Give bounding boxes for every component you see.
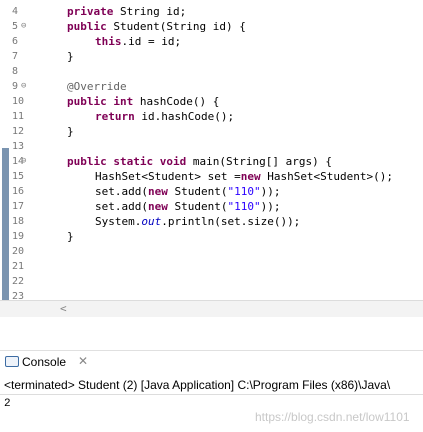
gutter-row: 8 — [0, 64, 30, 79]
gutter-row: 12 — [0, 124, 30, 139]
console-title: Console — [22, 355, 67, 369]
horizontal-scrollbar[interactable]: < — [0, 300, 423, 317]
string-literal: "110" — [227, 185, 261, 198]
code-text: id.hashCode(); — [134, 110, 235, 123]
code-line-4[interactable]: private String id; — [67, 4, 186, 19]
gutter-row: 17 — [0, 199, 30, 214]
line-number: 13 — [12, 141, 25, 152]
line-number: 16 — [12, 186, 25, 197]
line-number: 12 — [12, 126, 25, 137]
gutter-row: 7 — [0, 49, 30, 64]
code-line-15[interactable]: HashSet<Student> set =new HashSet<Studen… — [95, 169, 393, 184]
line-number: 15 — [12, 171, 25, 182]
gutter-row: 9 ⊖ — [0, 79, 30, 94]
string-literal: "110" — [227, 200, 261, 213]
gutter-row: 6 — [0, 34, 30, 49]
gutter-row: 5 ⊖ — [0, 19, 30, 34]
console-output[interactable]: 2 — [4, 398, 11, 410]
code-text: Student( — [167, 200, 228, 213]
code-text: HashSet<Student>(); — [260, 170, 394, 183]
code-text: String id; — [113, 5, 187, 18]
code-line-7[interactable]: } — [67, 49, 74, 64]
code-editor[interactable]: 45⊖6789⊖1011121314⊖151617181920212223242… — [0, 0, 423, 300]
keyword: int — [113, 95, 134, 108]
line-number: 17 — [12, 201, 25, 212]
gutter-row: 23 — [0, 289, 30, 300]
keyword: public — [67, 95, 107, 108]
line-number: 21 — [12, 261, 25, 272]
code-text: set.add( — [95, 185, 148, 198]
gutter-row: 16 — [0, 184, 30, 199]
keyword: new — [147, 185, 168, 198]
keyword: this — [95, 35, 122, 48]
code-line-16[interactable]: set.add(new Student("110")); — [95, 184, 280, 199]
code-text: Student(String id) { — [106, 20, 246, 33]
gutter-row: 20 — [0, 244, 30, 259]
gutter-row: 11 — [0, 109, 30, 124]
console-icon — [5, 356, 19, 367]
code-text: )); — [260, 200, 281, 213]
static-field: out — [141, 215, 162, 228]
code-line-18[interactable]: System.out.println(set.size()); — [95, 214, 300, 229]
code-line-17[interactable]: set.add(new Student("110")); — [95, 199, 280, 214]
code-text: HashSet<Student> set = — [95, 170, 241, 183]
code-text: hashCode() { — [133, 95, 220, 108]
gutter-row: 13 — [0, 139, 30, 154]
keyword: new — [147, 200, 168, 213]
code-text: System. — [95, 215, 142, 228]
code-line-11[interactable]: return id.hashCode(); — [95, 109, 234, 124]
fold-toggle-icon[interactable]: ⊖ — [21, 79, 26, 94]
line-number: 18 — [12, 216, 25, 227]
gutter-row: 19 — [0, 229, 30, 244]
watermark: https://blog.csdn.net/low1101 — [255, 410, 410, 424]
close-icon[interactable]: ✕ — [78, 354, 88, 368]
console-tab[interactable]: Console ✕ — [0, 350, 423, 375]
scroll-left-icon[interactable]: < — [60, 302, 67, 315]
keyword: return — [95, 110, 135, 123]
keyword: public — [67, 155, 107, 168]
keyword: static — [113, 155, 154, 168]
line-number: 8 — [12, 66, 19, 77]
code-line-14[interactable]: public static void main(String[] args) { — [67, 154, 332, 169]
code-text: .println(set.size()); — [161, 215, 301, 228]
gutter-row: 15 — [0, 169, 30, 184]
code-line-6[interactable]: this.id = id; — [95, 34, 181, 49]
gutter-row: 14 ⊖ — [0, 154, 30, 169]
line-number: 7 — [12, 51, 19, 62]
line-number: 11 — [12, 111, 25, 122]
code-line-10[interactable]: public int hashCode() { — [67, 94, 219, 109]
code-text: )); — [260, 185, 281, 198]
code-line-12[interactable]: } — [67, 124, 74, 139]
line-number: 4 — [12, 6, 19, 17]
line-number: 6 — [12, 36, 19, 47]
gutter-row: 22 — [0, 274, 30, 289]
process-status: <terminated> Student (2) [Java Applicati… — [4, 378, 391, 392]
line-number: 23 — [12, 291, 25, 300]
gutter-row: 18 — [0, 214, 30, 229]
fold-toggle-icon[interactable]: ⊖ — [21, 19, 26, 34]
code-text: set.add( — [95, 200, 148, 213]
keyword: public — [67, 20, 107, 33]
line-number: 20 — [12, 246, 25, 257]
line-number: 22 — [12, 276, 25, 287]
keyword: private — [67, 5, 114, 18]
line-number: 19 — [12, 231, 25, 242]
code-line-19[interactable]: } — [67, 229, 74, 244]
gutter-row: 10 — [0, 94, 30, 109]
line-number: 10 — [12, 96, 25, 107]
annotation: @Override — [67, 80, 127, 93]
code-text: Student( — [167, 185, 228, 198]
code-text: main(String[] args) { — [186, 155, 332, 168]
fold-toggle-icon[interactable]: ⊖ — [21, 154, 26, 169]
code-line-5[interactable]: public Student(String id) { — [67, 19, 246, 34]
gutter-row: 4 — [0, 4, 30, 19]
console-status-bar: <terminated> Student (2) [Java Applicati… — [0, 376, 423, 395]
code-text: .id = id; — [121, 35, 182, 48]
keyword: void — [159, 155, 187, 168]
gutter-row: 21 — [0, 259, 30, 274]
keyword: new — [240, 170, 261, 183]
code-line-9[interactable]: @Override — [67, 79, 127, 94]
